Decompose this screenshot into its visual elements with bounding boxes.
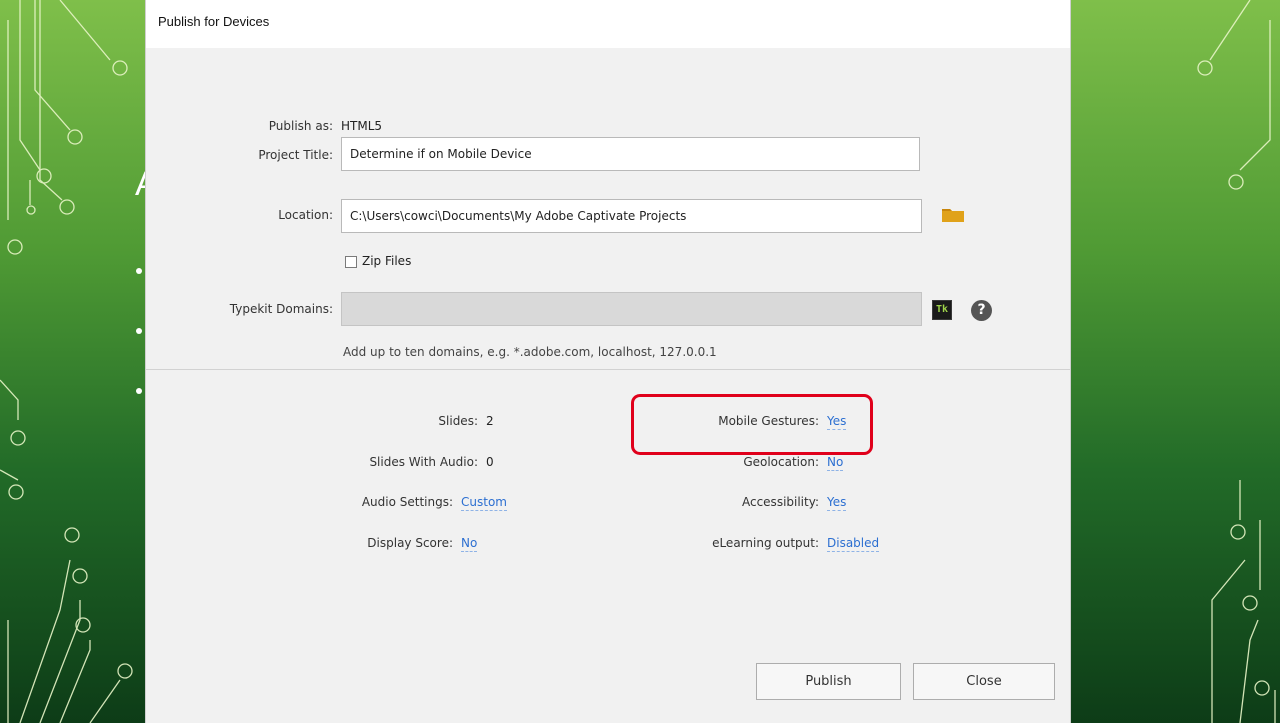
publish-as-label: Publish as: [268,119,333,133]
project-title-input[interactable]: Determine if on Mobile Device [341,137,920,171]
audio-settings-link[interactable]: Custom [461,495,507,511]
elearning-output-label: eLearning output: [712,536,819,550]
publish-as-value: HTML5 [341,119,383,133]
accessibility-label: Accessibility: [741,495,819,509]
dialog-title: Publish for Devices [158,14,270,29]
section-divider [146,369,1070,370]
geolocation-link[interactable]: No [827,455,844,471]
typekit-icon[interactable]: Tk [932,300,952,320]
typekit-domains-label: Typekit Domains: [229,302,333,316]
close-button[interactable]: Close [913,663,1055,700]
publish-button[interactable]: Publish [756,663,901,700]
help-icon[interactable]: ? [971,300,992,321]
elearning-output-link[interactable]: Disabled [827,536,880,552]
slides-label: Slides: [438,414,478,428]
slides-with-audio-label: Slides With Audio: [369,455,478,469]
display-score-link[interactable]: No [461,536,478,552]
mobile-gestures-highlight [631,394,873,455]
zip-files-label: Zip Files [362,254,412,268]
slide-bullet [136,268,142,274]
display-score-label: Display Score: [367,536,453,550]
typekit-hint: Add up to ten domains, e.g. *.adobe.com,… [343,345,717,359]
typekit-domains-input[interactable] [341,292,922,326]
accessibility-link[interactable]: Yes [827,495,847,511]
project-title-label: Project Title: [258,148,333,162]
publish-dialog: Publish for Devices Publish as: HTML5 Pr… [145,0,1071,723]
location-label: Location: [278,208,333,222]
geolocation-label: Geolocation: [743,455,819,469]
location-input[interactable]: C:\Users\cowci\Documents\My Adobe Captiv… [341,199,922,233]
audio-settings-label: Audio Settings: [361,495,453,509]
slide-bullet [136,388,142,394]
zip-files-checkbox[interactable] [345,256,357,268]
slides-value: 2 [486,414,494,428]
slides-with-audio-value: 0 [486,455,494,469]
slide-bullet [136,328,142,334]
folder-icon[interactable] [942,206,964,222]
dialog-titlebar[interactable]: Publish for Devices [146,0,1070,48]
